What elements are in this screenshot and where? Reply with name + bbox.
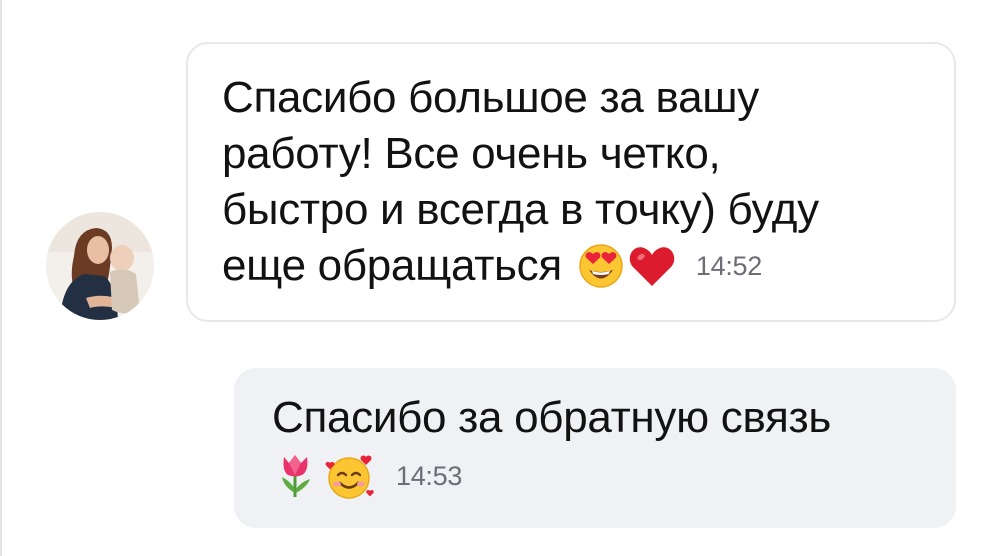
message-line: Спасибо большое за вашу [222,73,759,122]
incoming-message-text: Спасибо большое за вашу работу! Все очен… [222,70,914,294]
avatar[interactable] [46,212,154,320]
smiling-face-with-hearts-emoji-icon [324,451,376,501]
red-heart-emoji-icon [628,244,676,288]
message-line: еще обращаться [222,241,562,290]
heart-eyes-emoji-icon [578,243,624,289]
incoming-message-bubble[interactable]: Спасибо большое за вашу работу! Все очен… [186,42,956,322]
tulip-emoji-icon [278,453,314,499]
message-timestamp: 14:52 [695,251,762,281]
message-line: Спасибо за обратную связь [272,393,832,442]
outgoing-message-text: Спасибо за обратную связь 14:53 [272,390,916,504]
message-line: работу! Все очень четко, [222,129,721,178]
outgoing-message-bubble[interactable]: Спасибо за обратную связь 14:53 [234,368,956,528]
window-edge-divider [0,0,2,556]
message-timestamp: 14:53 [396,461,463,491]
message-line: быстро и всегда в точку) буду [222,185,819,234]
